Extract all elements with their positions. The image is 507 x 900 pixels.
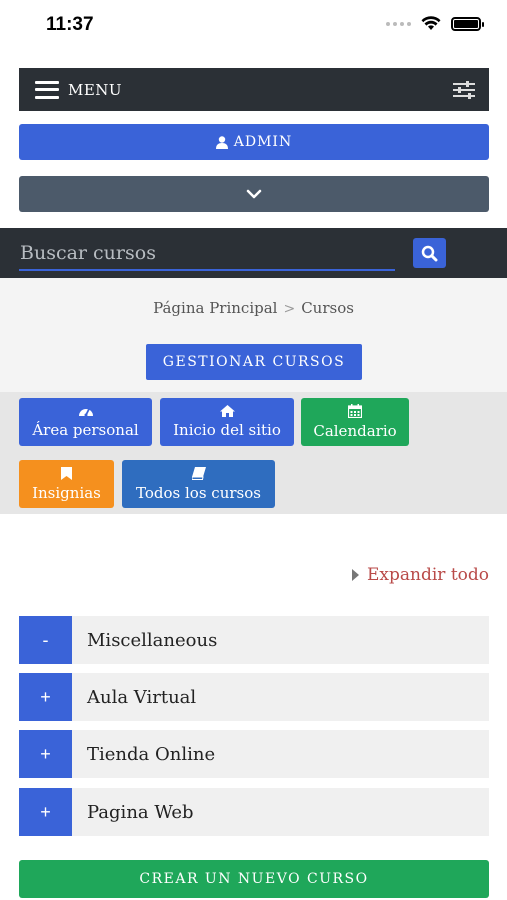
bookmark-icon (61, 466, 72, 480)
breadcrumb-separator-icon: > (283, 301, 296, 317)
admin-button[interactable]: ADMIN (19, 124, 489, 160)
menu-bar[interactable]: MENU (19, 68, 489, 111)
battery-icon (451, 16, 484, 31)
admin-label: ADMIN (233, 134, 293, 150)
tile-calendario[interactable]: Calendario (301, 398, 409, 446)
tile-label: Inicio del sitio (173, 421, 281, 439)
calendar-icon (348, 404, 362, 418)
tile-area-personal[interactable]: Área personal (19, 398, 152, 446)
manage-courses-button[interactable]: GESTIONAR CURSOS (146, 344, 362, 380)
status-icons (386, 16, 484, 31)
tile-insignias[interactable]: Insignias (19, 460, 114, 508)
category-name[interactable]: Tienda Online (87, 744, 215, 765)
tile-label: Todos los cursos (136, 483, 261, 502)
wifi-icon (421, 16, 441, 30)
cellular-signal-icon (386, 21, 411, 26)
search-button[interactable] (413, 238, 446, 268)
sliders-icon[interactable] (453, 80, 475, 100)
expand-toggle[interactable]: + (19, 673, 72, 721)
search-bar (0, 228, 507, 278)
expand-toggle[interactable]: + (19, 730, 72, 778)
breadcrumb: Página Principal > Cursos (0, 299, 507, 317)
expand-all-link[interactable]: Expandir todo (352, 565, 489, 585)
quick-links: Área personal Inicio del sitio Calendari… (0, 392, 507, 514)
breadcrumb-home-link[interactable]: Página Principal (153, 299, 277, 317)
dashboard-icon (78, 408, 93, 417)
chevron-down-icon (246, 189, 262, 199)
category-name[interactable]: Aula Virtual (87, 687, 196, 708)
tile-todos-los-cursos[interactable]: Todos los cursos (122, 460, 275, 508)
tile-inicio-del-sitio[interactable]: Inicio del sitio (160, 398, 294, 446)
hamburger-icon[interactable] (35, 80, 59, 99)
expand-all-label: Expandir todo (367, 565, 489, 585)
page-header: Página Principal > Cursos GESTIONAR CURSOS (0, 278, 507, 392)
nav-expand-button[interactable] (19, 176, 489, 212)
status-bar: 11:37 (0, 0, 507, 52)
expand-toggle[interactable]: + (19, 788, 72, 836)
search-input[interactable] (19, 237, 395, 271)
menu-label[interactable]: MENU (68, 81, 122, 99)
tile-label: Insignias (32, 483, 101, 502)
category-name[interactable]: Pagina Web (87, 802, 194, 823)
category-row[interactable]: + Tienda Online (19, 730, 489, 778)
user-icon (215, 135, 228, 149)
search-icon (421, 245, 438, 261)
book-icon (191, 466, 206, 480)
status-time: 11:37 (46, 14, 94, 35)
category-row[interactable]: + Pagina Web (19, 788, 489, 836)
create-course-button[interactable]: CREAR UN NUEVO CURSO (19, 860, 489, 898)
collapse-toggle[interactable]: - (19, 616, 72, 664)
caret-right-icon (352, 569, 359, 581)
category-row[interactable]: - Miscellaneous (19, 616, 489, 664)
category-name[interactable]: Miscellaneous (87, 630, 217, 651)
category-row[interactable]: + Aula Virtual (19, 673, 489, 721)
home-icon (219, 405, 235, 417)
breadcrumb-current[interactable]: Cursos (301, 299, 354, 317)
tile-label: Área personal (32, 421, 139, 439)
tile-label: Calendario (313, 422, 397, 440)
